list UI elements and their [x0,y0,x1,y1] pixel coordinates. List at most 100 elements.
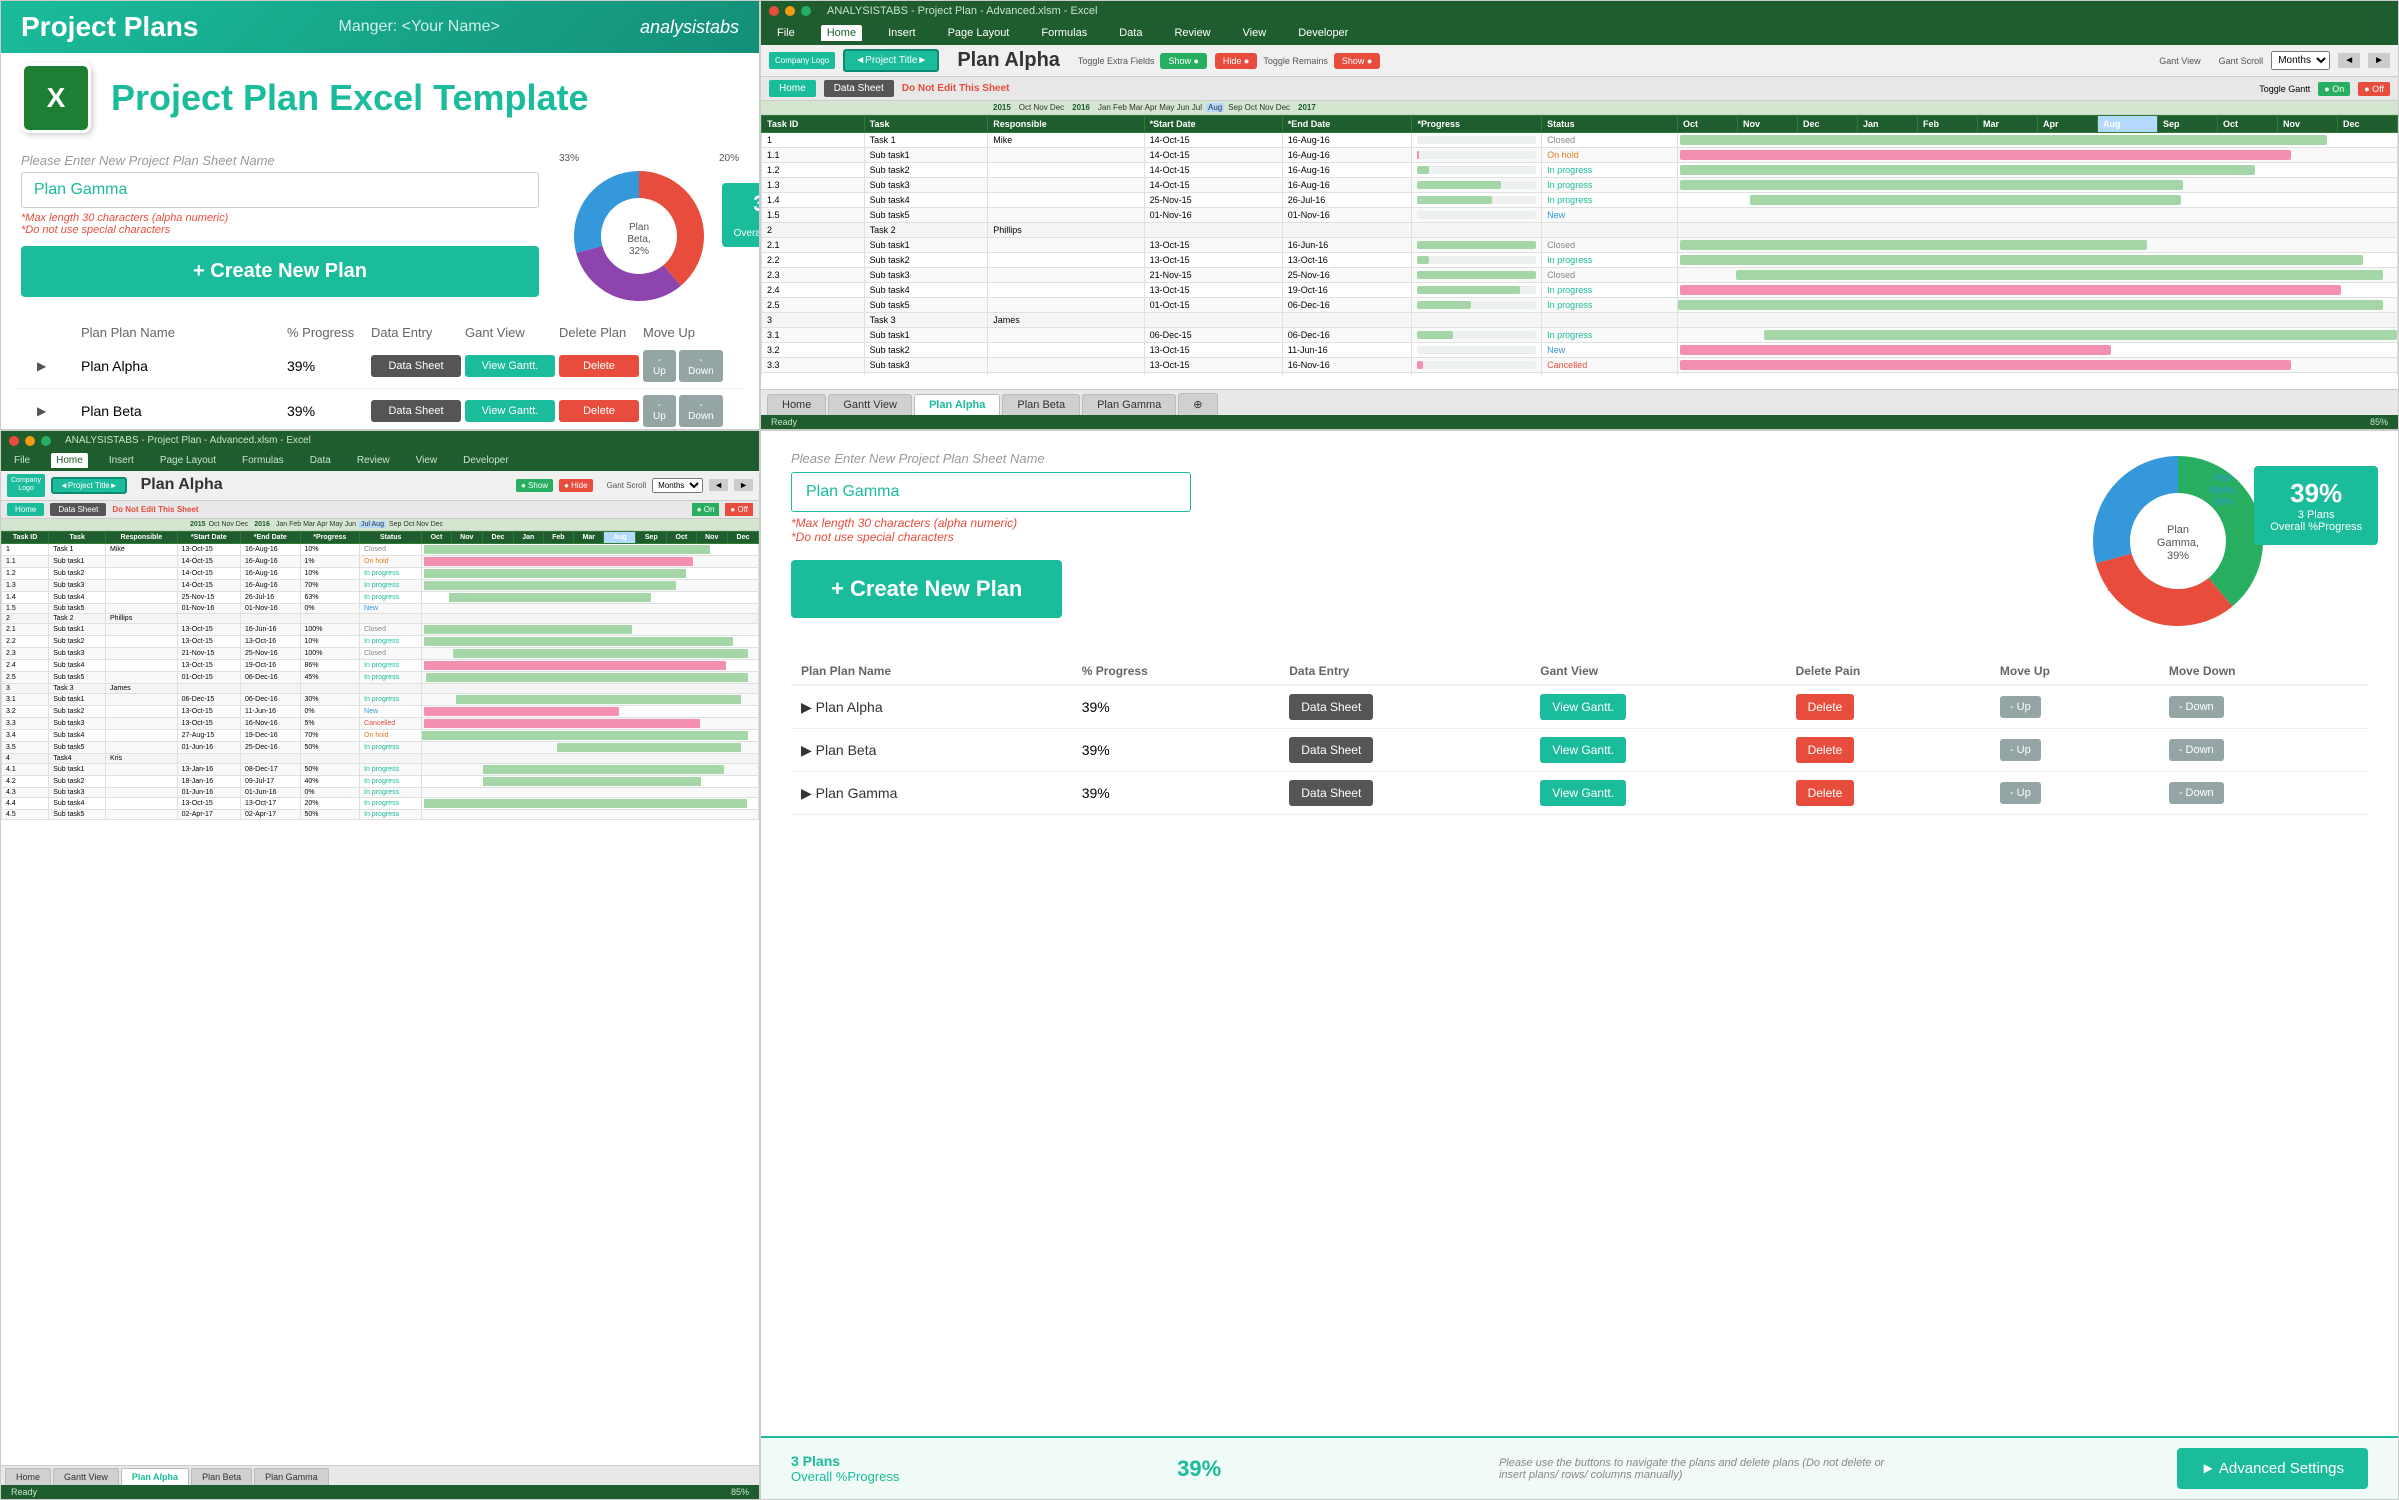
sheet-tab-plus[interactable]: ⊕ [1178,393,1217,415]
plan-name-input[interactable] [21,172,539,208]
down-button[interactable]: - Down [679,395,723,427]
bl-toggle-gantt-off[interactable]: ● Off [725,503,753,516]
bl-ribbon: File Home Insert Page Layout Formulas Da… [1,450,759,471]
bl-table-row: 1.1Sub task114-Oct-1516-Aug-161%On hold [2,555,759,567]
br-data-sheet-btn[interactable]: Data Sheet [1289,780,1373,806]
scroll-left-btn[interactable]: ◄ [2338,53,2360,68]
delete-button[interactable]: Delete [559,400,639,422]
toggle2-btn[interactable]: Show ● [1334,53,1380,69]
min-btn[interactable] [785,6,795,16]
ribbon-review[interactable]: Review [1168,25,1216,41]
view-gantt-button[interactable]: View Gantt. [465,355,555,377]
br-gantt-btn[interactable]: View Gantt. [1540,737,1626,763]
br-up-btn[interactable]: - Up [2000,782,2041,804]
br-table-row: ▶ Plan Gamma 39% Data Sheet View Gantt. … [791,772,2368,815]
bl-insert[interactable]: Insert [104,453,139,468]
br-gantt-btn[interactable]: View Gantt. [1540,780,1626,806]
close-btn[interactable] [769,6,779,16]
toggle1-on[interactable]: Show ● [1160,53,1206,69]
br-data-sheet-btn[interactable]: Data Sheet [1289,737,1373,763]
bl-sheet-plan-gamma[interactable]: Plan Gamma [254,1468,329,1485]
sheet-tab-plan-gamma[interactable]: Plan Gamma [1082,394,1176,415]
br-delete-btn[interactable]: Delete [1796,737,1855,763]
bl-page-layout[interactable]: Page Layout [155,453,221,468]
data-sheet-tab[interactable]: Data Sheet [824,80,894,97]
bl-max-btn[interactable] [41,436,51,446]
view-gantt-button[interactable]: View Gantt. [465,400,555,422]
br-delete-btn[interactable]: Delete [1796,694,1855,720]
br-delete-btn[interactable]: Delete [1796,780,1855,806]
ribbon-developer[interactable]: Developer [1292,25,1354,41]
up-button[interactable]: - Up [643,350,676,382]
br-up-btn[interactable]: - Up [2000,739,2041,761]
bl-toggle-gantt-on[interactable]: ● On [692,503,720,516]
bl-scroll-left[interactable]: ◄ [709,479,728,491]
br-advanced-settings-btn[interactable]: ► Advanced Settings [2177,1448,2368,1489]
data-sheet-button[interactable]: Data Sheet [371,400,461,422]
bl-sheet-gantt[interactable]: Gantt View [53,1468,119,1485]
bl-review[interactable]: Review [352,453,395,468]
bl-home-btn[interactable]: Home [7,503,44,516]
bl-min-btn[interactable] [25,436,35,446]
do-not-edit-label: Do Not Edit This Sheet [902,83,1010,94]
table-row: 2.2Sub task213-Oct-1513-Oct-16In progres… [762,253,2398,268]
br-plan-name-input[interactable] [791,472,1191,512]
up-button[interactable]: - Up [643,395,676,427]
br-create-new-plan-button[interactable]: + Create New Plan [791,560,1062,618]
br-down-btn[interactable]: - Down [2169,696,2224,718]
bl-close-btn[interactable] [9,436,19,446]
bl-file[interactable]: File [9,453,35,468]
br-plan-name-cell: ▶ Plan Beta [791,729,1072,772]
toggle-off[interactable]: ● Off [2358,82,2390,96]
br-plan-name-cell: ▶ Plan Gamma [791,772,1072,815]
br-footer-left: 3 Plans Overall %Progress [791,1453,899,1484]
svg-text:32%: 32% [629,246,649,257]
ribbon-file[interactable]: File [771,25,801,41]
bl-sheet-plan-beta[interactable]: Plan Beta [191,1468,252,1485]
th-apr16: Apr [2038,116,2098,133]
br-down-btn[interactable]: - Down [2169,782,2224,804]
ribbon-insert[interactable]: Insert [882,25,922,41]
bl-project-title-btn[interactable]: ◄Project Title► [51,477,127,494]
bl-sheet-plan-alpha[interactable]: Plan Alpha [121,1468,189,1485]
bl-scroll-right[interactable]: ► [734,479,753,491]
toggle-on[interactable]: ● On [2318,82,2350,96]
excel-window-title: ANALYSISTABS - Project Plan - Advanced.x… [827,5,1097,17]
scroll-right-btn[interactable]: ► [2368,53,2390,68]
ribbon-page-layout[interactable]: Page Layout [942,25,1016,41]
br-data-sheet-btn[interactable]: Data Sheet [1289,694,1373,720]
toggle1-off[interactable]: Hide ● [1215,53,1257,69]
sheet-tab-plan-alpha[interactable]: Plan Alpha [914,394,1000,415]
bl-data-sheet-btn[interactable]: Data Sheet [50,503,106,516]
bl-view[interactable]: View [411,453,443,468]
br-th-gant-view: Gant View [1530,658,1785,685]
br-down-btn[interactable]: - Down [2169,739,2224,761]
bl-toggle-on[interactable]: ● Show [516,479,553,492]
bl-developer[interactable]: Developer [458,453,514,468]
bl-home[interactable]: Home [51,453,88,468]
bl-formulas[interactable]: Formulas [237,453,289,468]
br-gantt-btn[interactable]: View Gantt. [1540,694,1626,720]
ribbon-home[interactable]: Home [821,25,862,41]
bl-data[interactable]: Data [305,453,336,468]
sheet-tab-home[interactable]: Home [767,394,826,415]
bl-sheet-home[interactable]: Home [5,1468,51,1485]
ribbon-data[interactable]: Data [1113,25,1148,41]
bl-sub-toolbar: Home Data Sheet Do Not Edit This Sheet ●… [1,501,759,519]
max-btn[interactable] [801,6,811,16]
br-up-btn[interactable]: - Up [2000,696,2041,718]
delete-button[interactable]: Delete [559,355,639,377]
table-row: 1Task 1Mike14-Oct-1516-Aug-16Closed [762,133,2398,148]
bl-toggle-off[interactable]: ● Hide [559,479,593,492]
bl-view-select[interactable]: Months [652,478,703,493]
project-title-button[interactable]: ◄Project Title► [843,49,939,72]
home-tab[interactable]: Home [769,80,816,97]
view-months-select[interactable]: Months Weeks Days [2271,51,2330,70]
ribbon-formulas[interactable]: Formulas [1035,25,1093,41]
create-new-plan-button[interactable]: + Create New Plan [21,246,539,297]
down-button[interactable]: - Down [679,350,723,382]
sheet-tab-plan-beta[interactable]: Plan Beta [1002,394,1080,415]
sheet-tab-gantt[interactable]: Gantt View [828,394,912,415]
data-sheet-button[interactable]: Data Sheet [371,355,461,377]
ribbon-view[interactable]: View [1237,25,1273,41]
